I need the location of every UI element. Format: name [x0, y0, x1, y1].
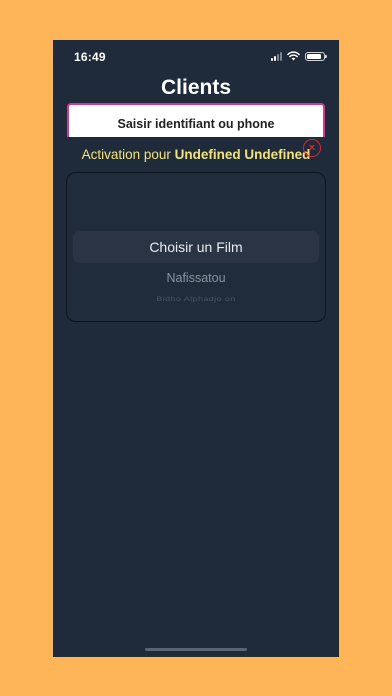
picker-option[interactable]: Bidho Alphadjo on — [67, 296, 325, 303]
activation-client-name: Undefined Undefined — [174, 147, 311, 162]
activation-label: Activation pour Undefined Undefined — [53, 147, 339, 162]
search-field[interactable] — [67, 103, 325, 137]
battery-icon — [305, 51, 327, 61]
picker-selected-option[interactable]: Choisir un Film — [67, 239, 325, 255]
page-title: Clients — [160, 76, 231, 99]
picker-option[interactable]: Nafissatou — [67, 271, 325, 285]
battery-level — [307, 53, 322, 59]
status-bar: 16:49 — [53, 40, 339, 74]
cellular-signal-icon — [271, 51, 282, 61]
app-screen: 16:49 Clients Activation pour Undefined … — [53, 40, 339, 657]
status-icons — [271, 51, 327, 61]
film-picker[interactable]: Choisir un Film Nafissatou Bidho Alphadj… — [66, 172, 326, 322]
close-button[interactable]: × — [303, 139, 321, 157]
wifi-icon — [287, 51, 300, 61]
home-indicator[interactable] — [145, 648, 247, 651]
search-input[interactable] — [69, 117, 323, 131]
close-icon: × — [308, 141, 316, 154]
activation-prefix: Activation pour — [81, 147, 175, 162]
status-time: 16:49 — [74, 50, 106, 64]
